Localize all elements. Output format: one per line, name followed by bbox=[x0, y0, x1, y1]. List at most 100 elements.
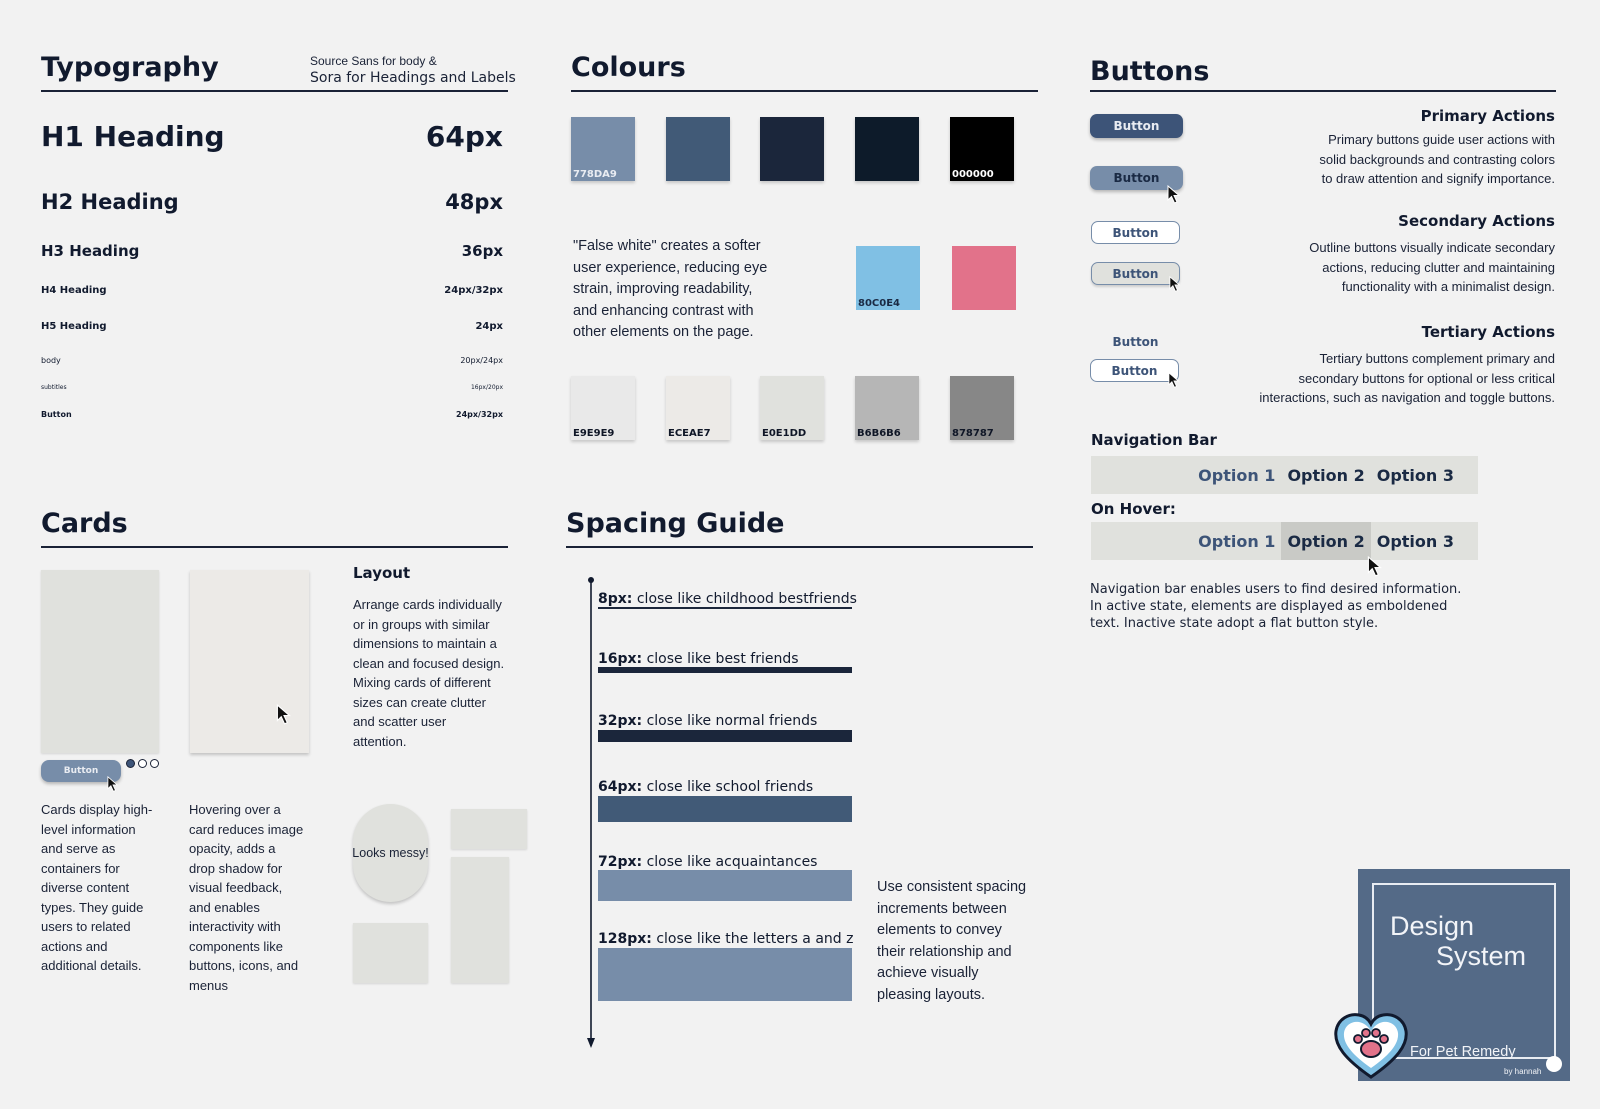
swatch-b6b6b6: B6B6B6 bbox=[855, 376, 919, 440]
spacing-label-32: 32px: close like normal friends bbox=[598, 713, 817, 729]
swatch-000000: 000000 bbox=[950, 117, 1014, 181]
layout-title: Layout bbox=[353, 564, 411, 582]
spacing-text: close like normal friends bbox=[642, 713, 818, 729]
cards-divider bbox=[41, 546, 508, 548]
desc-line: diverse content bbox=[41, 880, 130, 895]
spacing-size: 32px: bbox=[598, 713, 643, 729]
spacing-label-128: 128px: close like the letters a and z bbox=[598, 931, 853, 947]
messy-card-small bbox=[353, 923, 428, 983]
typography-title: Typography bbox=[41, 52, 219, 83]
spacing-text: close like childhood bestfriends bbox=[632, 591, 857, 607]
dot-icon[interactable] bbox=[138, 759, 147, 768]
font-note-line2: Sora for Headings and Labels bbox=[310, 70, 516, 86]
primary-actions-title: Primary Actions bbox=[1420, 107, 1555, 125]
swatch-label: E0E1DD bbox=[762, 428, 807, 439]
type-row-h3: H3 Heading 36px bbox=[41, 242, 503, 260]
swatch-878787: 878787 bbox=[950, 376, 1014, 440]
typography-font-note: Source Sans for body & Sora for Headings… bbox=[310, 53, 516, 87]
type-row-h5: H5 Heading 24px bbox=[41, 321, 503, 332]
type-label: Button bbox=[41, 410, 72, 419]
swatch-80c0e4: 80C0E4 bbox=[856, 246, 920, 310]
desc-line: actions, reducing clutter and maintainin… bbox=[1322, 259, 1555, 275]
cursor-arrow-icon bbox=[107, 776, 119, 792]
navigation-bar: Option 1 Option 2 Option 3 bbox=[1091, 456, 1478, 494]
swatch-1b263b bbox=[760, 117, 824, 181]
swatch-label: 80C0E4 bbox=[858, 298, 901, 309]
tertiary-button-hover[interactable]: Button bbox=[1090, 359, 1179, 382]
card-example[interactable] bbox=[41, 570, 159, 753]
messy-card-tall bbox=[451, 857, 509, 983]
desc-line: text. Inactive state adopt a flat button… bbox=[1090, 616, 1379, 631]
logo-subtitle: For Pet Remedy bbox=[1410, 1044, 1516, 1060]
desc-line: increments between bbox=[877, 900, 1007, 917]
nav-option-1[interactable]: Option 1 bbox=[1192, 522, 1281, 560]
spacing-size: 64px: bbox=[598, 779, 643, 795]
type-size: 24px/32px bbox=[444, 285, 503, 296]
desc-line: interactivity with bbox=[189, 919, 281, 934]
desc-line: card reduces image bbox=[189, 821, 304, 837]
spacing-text: close like school friends bbox=[642, 779, 814, 795]
spacing-text: close like acquaintances bbox=[642, 854, 818, 870]
swatch-label: E9E9E9 bbox=[573, 428, 615, 439]
carousel-dots[interactable] bbox=[126, 759, 159, 768]
font-note-line1: Source Sans for body & bbox=[310, 54, 437, 68]
nav-option-2[interactable]: Option 2 bbox=[1281, 456, 1370, 494]
desc-line: level information bbox=[41, 821, 136, 837]
spacing-label-16: 16px: close like best friends bbox=[598, 651, 799, 667]
desc-line: attention. bbox=[353, 733, 407, 749]
type-size: 24px/32px bbox=[456, 410, 503, 419]
spacing-desc: Use consistent spacing increments betwee… bbox=[877, 877, 1026, 1006]
dot-active-icon[interactable] bbox=[126, 759, 135, 768]
swatch-label: ECEAE7 bbox=[668, 428, 711, 439]
type-label: H1 Heading bbox=[41, 120, 225, 153]
desc-line: to draw attention and signify importance… bbox=[1321, 171, 1555, 186]
false-white-line: and enhancing contrast with bbox=[573, 302, 754, 319]
spacing-label-8: 8px: close like childhood bestfriends bbox=[598, 591, 857, 607]
desc-line: Primary buttons guide user actions with bbox=[1328, 132, 1555, 147]
spacing-bar-8 bbox=[598, 607, 852, 609]
logo-dot bbox=[1546, 1056, 1562, 1072]
swatch-label: 878787 bbox=[952, 428, 994, 439]
buttons-divider bbox=[1090, 90, 1556, 92]
tertiary-button[interactable]: Button bbox=[1091, 330, 1180, 353]
desc-line: Cards display high- bbox=[41, 802, 153, 817]
false-white-line: "False white" creates a softer bbox=[573, 238, 761, 254]
cards-title: Cards bbox=[41, 508, 128, 539]
spacing-label-72: 72px: close like acquaintances bbox=[598, 854, 817, 870]
desc-line: and scatter user bbox=[353, 714, 447, 729]
desc-line: Mixing cards of different bbox=[353, 675, 491, 690]
dot-icon[interactable] bbox=[150, 759, 159, 768]
type-row-button: Button 24px/32px bbox=[41, 410, 503, 419]
desc-line: visual feedback, bbox=[189, 880, 283, 895]
secondary-button[interactable]: Button bbox=[1091, 221, 1180, 244]
card-hover-desc: Hovering over a card reduces image opaci… bbox=[189, 800, 303, 995]
type-label: H5 Heading bbox=[41, 321, 107, 332]
desc-line: achieve visually bbox=[877, 965, 979, 981]
desc-line: their relationship and bbox=[877, 943, 1012, 960]
primary-button[interactable]: Button bbox=[1090, 114, 1183, 138]
nav-option-1[interactable]: Option 1 bbox=[1192, 456, 1281, 494]
desc-line: buttons, icons, and bbox=[189, 958, 299, 973]
desc-line: secondary buttons for optional or less c… bbox=[1298, 370, 1555, 386]
secondary-button-hover[interactable]: Button bbox=[1091, 262, 1180, 285]
desc-line: and enables bbox=[189, 899, 260, 915]
nav-option-3[interactable]: Option 3 bbox=[1371, 456, 1460, 494]
desc-line: users to related bbox=[41, 919, 131, 934]
false-white-text: "False white" creates a softer user expe… bbox=[573, 236, 767, 344]
typography-divider bbox=[41, 90, 508, 92]
navigation-desc: Navigation bar enables users to find des… bbox=[1090, 581, 1461, 632]
desc-line: types. They guide bbox=[41, 899, 144, 915]
colours-divider bbox=[571, 90, 1038, 92]
colours-title: Colours bbox=[571, 52, 686, 83]
false-white-line: user experience, reducing eye bbox=[573, 259, 768, 276]
nav-option-3[interactable]: Option 3 bbox=[1371, 522, 1460, 560]
nav-option-2-hovered[interactable]: Option 2 bbox=[1281, 522, 1371, 560]
cards-desc: Cards display high- level information an… bbox=[41, 800, 152, 976]
type-row-h2: H2 Heading 48px bbox=[41, 190, 503, 214]
desc-line: menus bbox=[189, 977, 229, 993]
spacing-size: 72px: bbox=[598, 854, 643, 870]
desc-line: and serve as bbox=[41, 841, 116, 856]
desc-line: Hovering over a bbox=[189, 802, 281, 817]
swatch-778da9: 778DA9 bbox=[571, 117, 635, 181]
desc-line: functionality with a minimalist design. bbox=[1341, 279, 1555, 294]
